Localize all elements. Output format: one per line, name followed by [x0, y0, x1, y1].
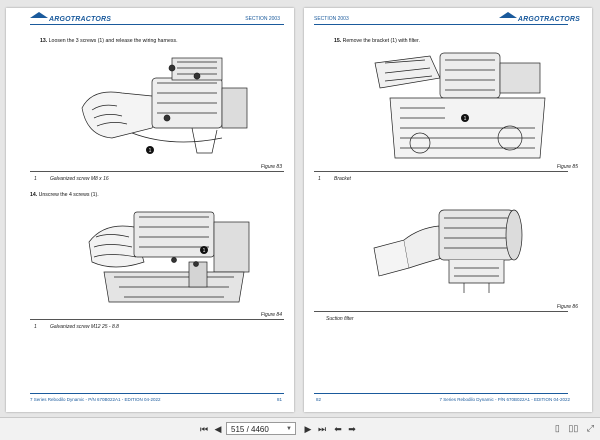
chevron-down-icon[interactable]: ▼	[286, 423, 292, 436]
caption-rule	[314, 311, 568, 312]
first-page-icon[interactable]: ⏮	[198, 423, 210, 435]
engine-drawing-85: 1	[374, 52, 546, 159]
back-icon[interactable]: ⬅	[332, 423, 344, 435]
left-page: ARGOTRACTORS SECTION 2003 13. Loosen the…	[6, 8, 294, 412]
footer-rule	[30, 393, 284, 394]
page-number-input[interactable]: 515 / 4460 ▼	[226, 422, 296, 435]
caption-rule	[314, 171, 568, 172]
caption-rule	[30, 319, 284, 320]
figure-86-legend: Suction filter	[326, 316, 354, 322]
single-page-icon[interactable]: ▯	[555, 423, 560, 433]
zoom-icon[interactable]: ⤢	[587, 423, 594, 433]
figure-84-legend: 1 Galvanized screw M12 25 - 8.8	[34, 324, 119, 330]
page-number: 82	[316, 397, 322, 402]
figure-85-legend: 1 Bracket	[318, 176, 351, 182]
engine-drawing-84: 1	[88, 211, 250, 303]
footer-rule	[314, 393, 568, 394]
suction-filter-drawing	[373, 209, 523, 293]
figure-83-caption: Figure 83	[260, 164, 282, 170]
svg-text:1: 1	[203, 248, 206, 254]
footer-text: 7 Series Rebodilo Dynamic - P/N 670B022A…	[439, 397, 570, 402]
forward-icon[interactable]: ➡	[346, 423, 358, 435]
figure-83-legend: 1 Galvanized screw M8 x 16	[34, 176, 109, 182]
right-page: SECTION 2003 ARGOTRACTORS 15. Remove the…	[304, 8, 592, 412]
step-13: 13. Loosen the 3 screws (1) and release …	[40, 38, 178, 44]
caption-rule	[30, 171, 284, 172]
page-number: 81	[276, 397, 282, 402]
footer-text: 7 Series Rebodilo Dynamic - P/N 670B022A…	[30, 397, 161, 402]
last-page-icon[interactable]: ⏭	[316, 423, 328, 435]
next-page-icon[interactable]: ▶	[302, 423, 314, 435]
two-page-icon[interactable]: ▯▯	[568, 423, 578, 433]
section-label: SECTION 2003	[245, 16, 280, 22]
brand-logo: ARGOTRACTORS	[498, 12, 580, 23]
section-label: SECTION 2003	[314, 16, 349, 22]
header-rule	[314, 24, 568, 25]
figure-84-caption: Figure 84	[260, 312, 282, 318]
previous-page-icon[interactable]: ◀	[212, 423, 224, 435]
step-15: 15. Remove the bracket (1) with filter.	[334, 38, 420, 44]
svg-text:1: 1	[149, 148, 152, 154]
view-tools: ▯ ▯▯ ⤢	[549, 423, 594, 434]
engine-drawing-83: 1	[81, 57, 248, 154]
figure-84-image: 1	[84, 202, 254, 310]
figure-83-image: 1	[72, 48, 252, 160]
step-14: 14. Unscrew the 4 screws (1).	[30, 192, 99, 198]
logo-mark-icon	[30, 12, 48, 18]
figure-85-caption: Figure 85	[556, 164, 578, 170]
logo-mark-icon	[498, 12, 517, 18]
viewer-toolbar: ⏮ ◀ 515 / 4460 ▼ ▶ ⏭ ⬅ ➡ ▯ ▯▯ ⤢	[0, 417, 600, 440]
svg-text:1: 1	[464, 116, 467, 122]
figure-86-image	[364, 198, 539, 298]
brand-logo: ARGOTRACTORS	[30, 12, 111, 23]
figure-85-image: 1	[370, 48, 550, 162]
header-rule	[30, 24, 284, 25]
figure-86-caption: Figure 86	[556, 304, 578, 310]
